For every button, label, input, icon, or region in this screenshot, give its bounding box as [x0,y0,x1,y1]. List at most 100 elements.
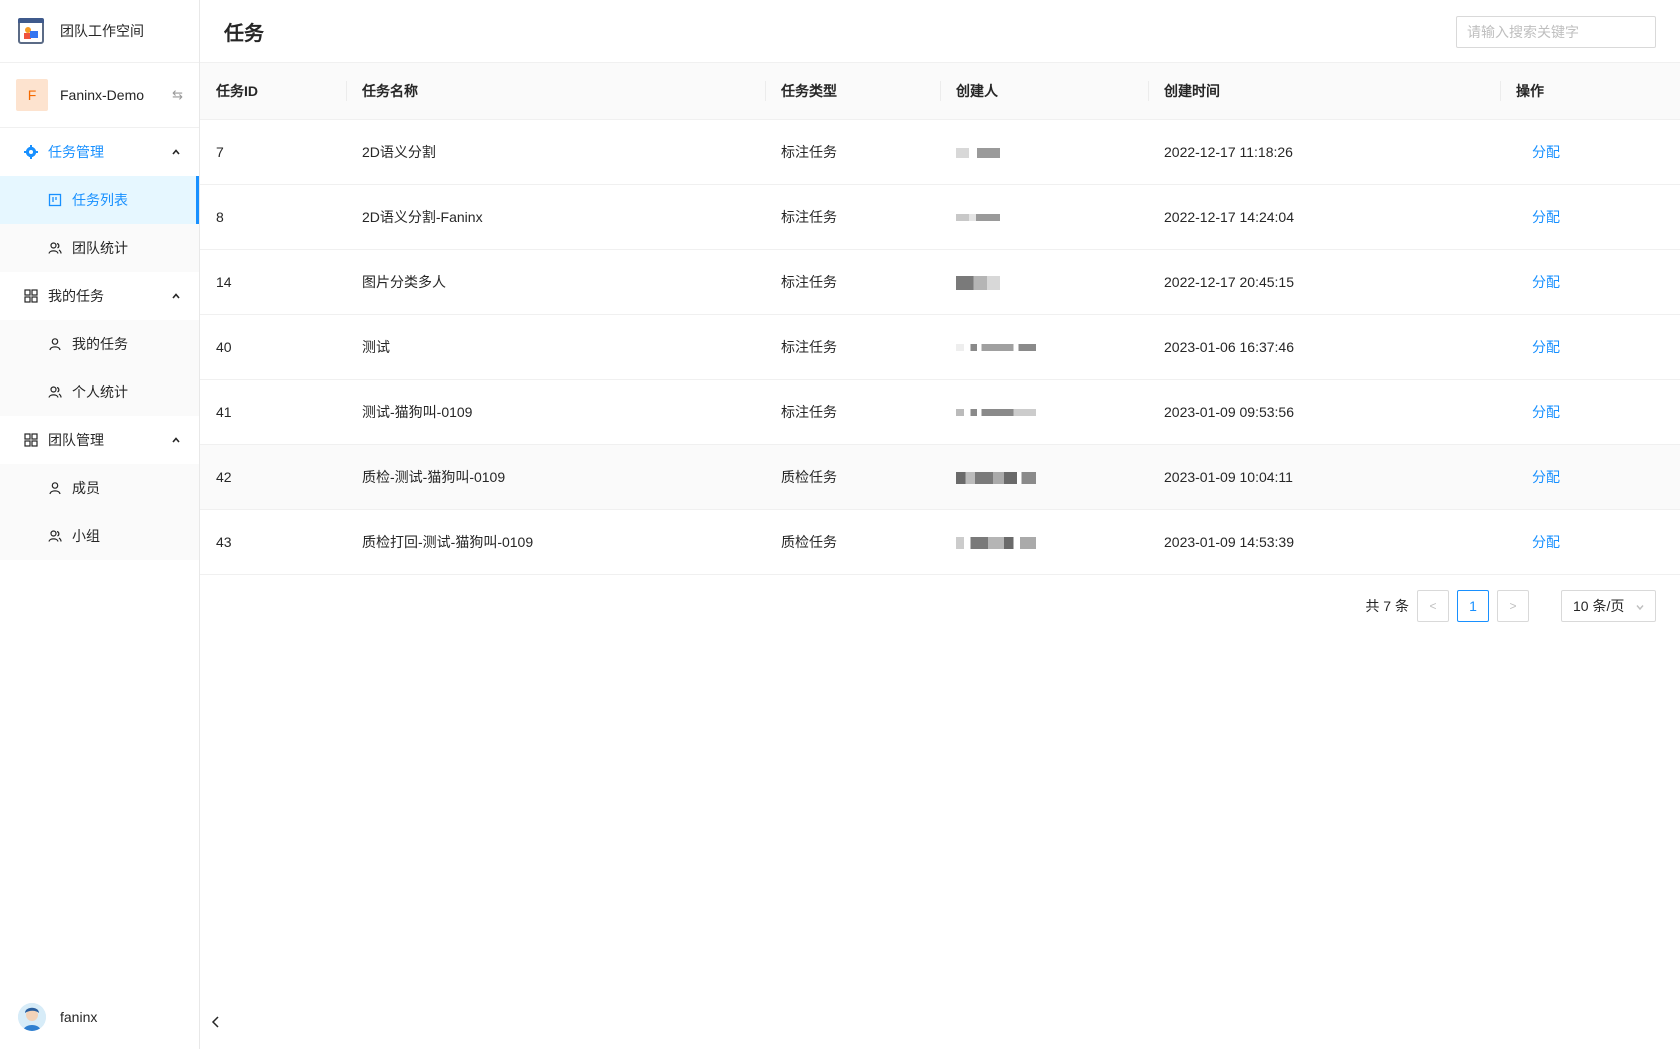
cell-actions: 分配 [1500,249,1680,315]
cell-actions: 分配 [1500,444,1680,510]
prev-page-button[interactable]: < [1417,590,1449,622]
cell-actions: 分配 [1500,314,1680,380]
gear-icon [24,145,38,159]
submenu-team-mgmt: 成员 小组 [0,464,199,560]
assign-link[interactable]: 分配 [1516,404,1560,420]
board-icon [48,193,62,207]
sidebar-item-team-stats[interactable]: 团队统计 [0,224,199,272]
side-menu: 任务管理 任务列表 团队统计 我的任务 我的任务 个人统计 团队管理 成员 小组 [0,128,199,560]
avatar [18,1003,46,1031]
team-switcher[interactable]: F Faninx-Demo ⇆ [0,63,199,128]
sidebar-item-personal-stats[interactable]: 个人统计 [0,368,199,416]
cell-created-time: 2023-01-09 10:04:11 [1148,444,1500,510]
cell-task-id: 14 [200,249,346,315]
cell-task-name: 测试 [346,314,765,380]
pagination-total: 共 7 条 [1365,598,1409,614]
menu-group-label: 团队管理 [48,432,104,448]
cell-created-time: 2023-01-06 16:37:46 [1148,314,1500,380]
user-profile[interactable]: faninx [0,985,200,1049]
table-row[interactable]: 8 2D语义分割-Faninx 标注任务 2022-12-17 14:24:04… [200,184,1680,250]
assign-link[interactable]: 分配 [1516,274,1560,290]
cell-created-time: 2022-12-17 14:24:04 [1148,184,1500,250]
sidebar-item-members[interactable]: 成员 [0,464,199,512]
user-name: faninx [60,1009,98,1025]
cell-created-time: 2023-01-09 09:53:56 [1148,379,1500,445]
cell-creator [940,379,1148,445]
cell-task-type: 质检任务 [765,509,940,575]
menu-group-task-mgmt: 任务管理 任务列表 团队统计 [0,128,199,272]
cell-actions: 分配 [1500,509,1680,575]
column-header-name: 任务名称 [346,63,765,120]
cell-created-time: 2023-01-09 14:53:39 [1148,509,1500,575]
table-row[interactable]: 41 测试-猫狗叫-0109 标注任务 2023-01-09 09:53:56 … [200,379,1680,445]
cell-task-id: 41 [200,379,346,445]
pagination: 共 7 条 < 1 > 10 条/页 [1365,590,1656,622]
table-header-row: 任务ID 任务名称 任务类型 创建人 创建时间 操作 [200,63,1680,120]
menu-group-team-mgmt: 团队管理 成员 小组 [0,416,199,560]
redacted-creator [956,147,1000,158]
page-header: 任务 [200,0,1680,63]
menu-group-label: 我的任务 [48,288,104,304]
sidebar: 团队工作空间 F Faninx-Demo ⇆ 任务管理 任务列表 团队统计 我的… [0,0,200,1049]
cell-created-time: 2022-12-17 20:45:15 [1148,249,1500,315]
redacted-creator [956,471,1036,484]
cell-task-id: 8 [200,184,346,250]
chevron-up-icon [172,149,180,155]
cell-creator [940,184,1148,250]
table-row[interactable]: 7 2D语义分割 标注任务 2022-12-17 11:18:26 分配 [200,119,1680,185]
table-row[interactable]: 42 质检-测试-猫狗叫-0109 质检任务 2023-01-09 10:04:… [200,444,1680,510]
menu-group-title-my-tasks[interactable]: 我的任务 [0,272,199,320]
assign-link[interactable]: 分配 [1516,469,1560,485]
grid-icon [24,433,38,447]
sidebar-item-groups[interactable]: 小组 [0,512,199,560]
column-header-id: 任务ID [200,63,346,120]
assign-link[interactable]: 分配 [1516,209,1560,225]
column-header-created-time: 创建时间 [1148,63,1500,120]
redacted-creator [956,344,1036,352]
table-row[interactable]: 14 图片分类多人 标注任务 2022-12-17 20:45:15 分配 [200,249,1680,315]
menu-group-title-team-mgmt[interactable]: 团队管理 [0,416,199,464]
sidebar-item-label: 团队统计 [72,240,128,256]
menu-group-my-tasks: 我的任务 我的任务 个人统计 [0,272,199,416]
table-row[interactable]: 43 质检打回-测试-猫狗叫-0109 质检任务 2023-01-09 14:5… [200,509,1680,575]
assign-link[interactable]: 分配 [1516,144,1560,160]
next-page-button[interactable]: > [1497,590,1529,622]
cell-created-time: 2022-12-17 11:18:26 [1148,119,1500,185]
cell-task-id: 42 [200,444,346,510]
cell-task-name: 质检打回-测试-猫狗叫-0109 [346,509,765,575]
redacted-creator [956,214,1000,222]
cell-task-name: 质检-测试-猫狗叫-0109 [346,444,765,510]
search-input[interactable] [1456,16,1656,48]
cell-creator [940,509,1148,575]
brand: 团队工作空间 [0,0,199,63]
team-icon [48,530,62,542]
assign-link[interactable]: 分配 [1516,534,1560,550]
cell-task-id: 7 [200,119,346,185]
team-avatar: F [16,79,48,111]
table-row[interactable]: 40 测试 标注任务 2023-01-06 16:37:46 分配 [200,314,1680,380]
team-name: Faninx-Demo [60,87,145,103]
chevron-up-icon [172,293,180,299]
page-1-button[interactable]: 1 [1457,590,1489,622]
cell-task-type: 质检任务 [765,444,940,510]
menu-group-label: 任务管理 [48,144,104,160]
cell-task-id: 43 [200,509,346,575]
brand-title: 团队工作空间 [60,23,144,39]
sidebar-item-label: 任务列表 [72,192,128,208]
redacted-creator [956,275,1000,290]
cell-task-type: 标注任务 [765,314,940,380]
cell-creator [940,444,1148,510]
sidebar-item-task-list[interactable]: 任务列表 [0,176,199,224]
main-content: 任务 任务ID 任务名称 任务类型 创建人 创建时间 操作 7 2D语义分割 标… [200,0,1680,1049]
cell-actions: 分配 [1500,119,1680,185]
menu-group-title-task-mgmt[interactable]: 任务管理 [0,128,199,176]
cell-task-type: 标注任务 [765,184,940,250]
assign-link[interactable]: 分配 [1516,339,1560,355]
cell-task-name: 测试-猫狗叫-0109 [346,379,765,445]
sidebar-item-label: 个人统计 [72,384,128,400]
sidebar-item-my-tasks[interactable]: 我的任务 [0,320,199,368]
sidebar-item-label: 成员 [72,480,100,496]
page-size-select[interactable]: 10 条/页 [1561,590,1656,622]
page-title: 任务 [224,22,264,45]
switch-icon[interactable]: ⇆ [172,87,183,103]
